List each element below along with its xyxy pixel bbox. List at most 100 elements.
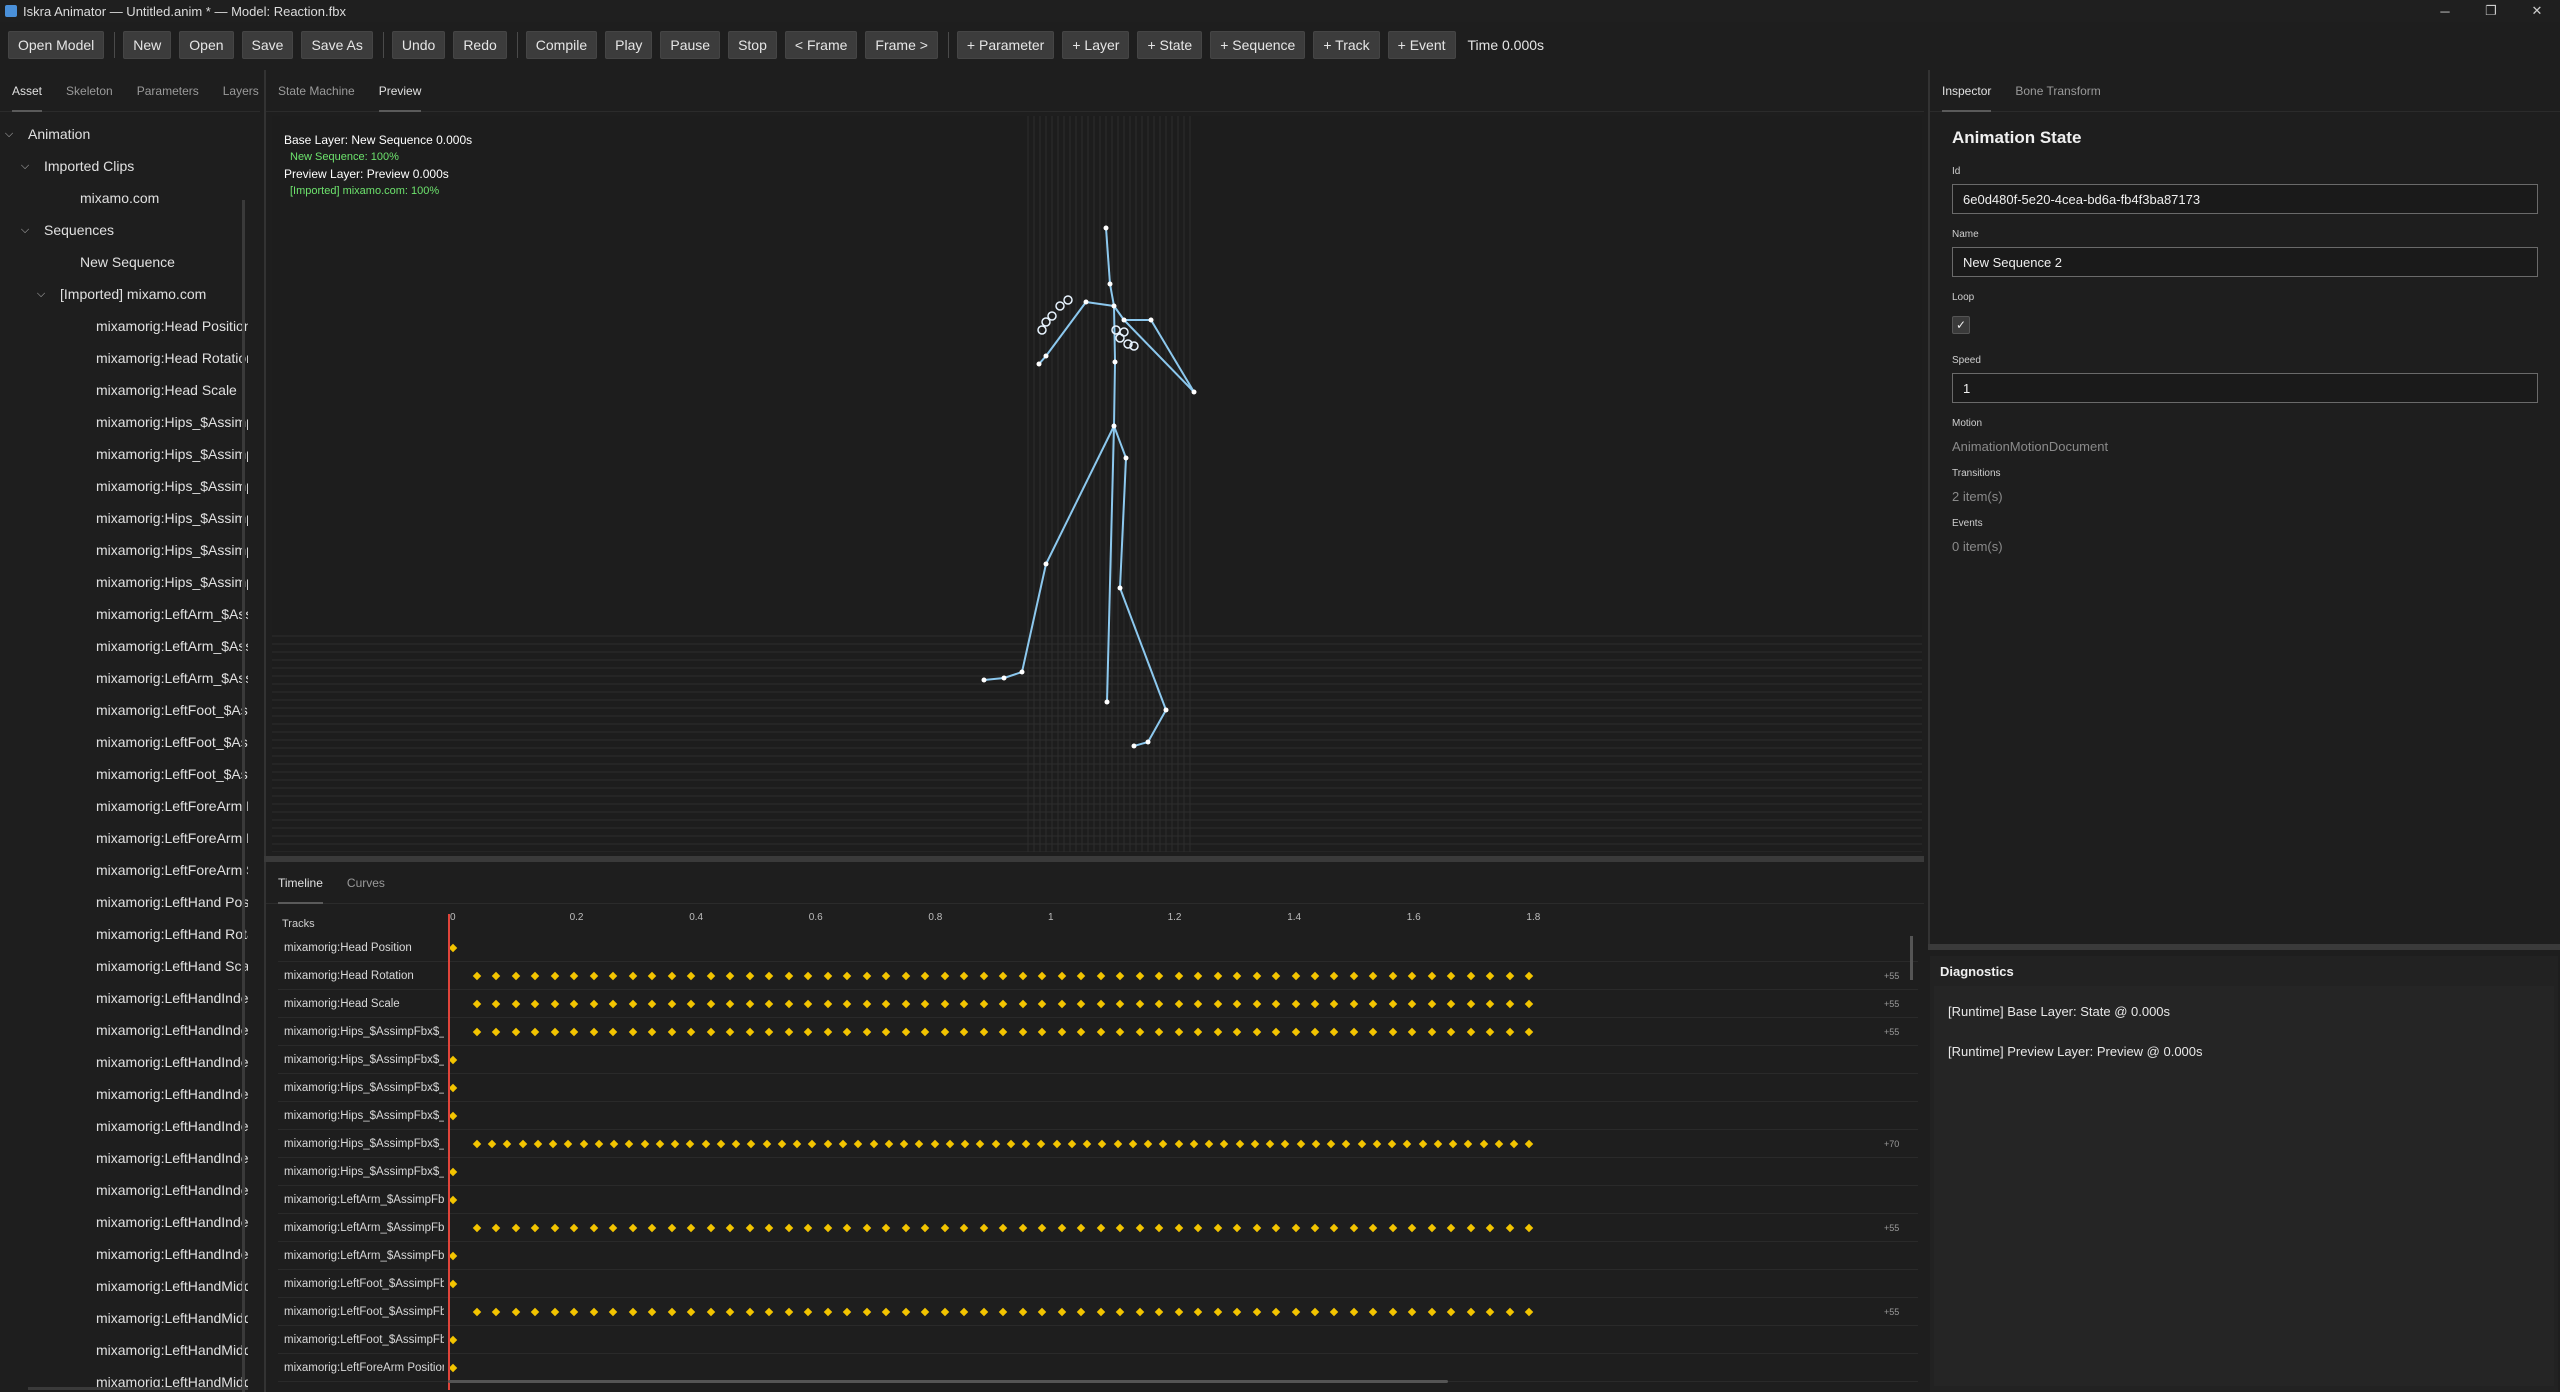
- keyframe-marker[interactable]: [899, 1139, 909, 1149]
- speed-field[interactable]: 1: [1952, 373, 2538, 403]
- keyframe-marker[interactable]: [804, 999, 813, 1009]
- keyframe-marker[interactable]: [706, 1223, 716, 1233]
- keyframe-marker[interactable]: [1349, 971, 1359, 981]
- tree-item[interactable]: ⌵ Sequences: [0, 214, 248, 246]
- keyframe-marker[interactable]: [1115, 999, 1125, 1009]
- keyframe-marker[interactable]: [487, 1139, 497, 1149]
- keyframe-marker[interactable]: [1174, 971, 1183, 981]
- keyframe-marker[interactable]: [1232, 1223, 1242, 1233]
- play-button[interactable]: Play: [605, 31, 653, 59]
- keyframe-marker[interactable]: [1330, 1307, 1339, 1317]
- keyframe-marker[interactable]: [1213, 999, 1222, 1009]
- keyframe-marker[interactable]: [1250, 1139, 1260, 1149]
- keyframe-marker[interactable]: [1037, 971, 1047, 981]
- keyframe-marker[interactable]: [1427, 999, 1437, 1009]
- keyframe-marker[interactable]: [472, 1307, 482, 1317]
- keyframe-marker[interactable]: [998, 1307, 1008, 1317]
- tree-item[interactable]: mixamorig:LeftArm_$AssimpFbx$: [0, 630, 248, 662]
- keyframe-marker[interactable]: [823, 1027, 832, 1037]
- keyframe-marker[interactable]: [842, 1307, 852, 1317]
- keyframe-marker[interactable]: [609, 1139, 619, 1149]
- keyframe-marker[interactable]: [1408, 971, 1417, 981]
- tree-item[interactable]: mixamorig:Head Scale: [0, 374, 248, 406]
- keyframe-marker[interactable]: [1193, 971, 1203, 981]
- keyframe-marker[interactable]: [869, 1139, 878, 1149]
- keyframe-marker[interactable]: [1037, 1027, 1047, 1037]
- keyframe-marker[interactable]: [1232, 999, 1242, 1009]
- keyframe-marker[interactable]: [1372, 1139, 1382, 1149]
- redo-button[interactable]: Redo: [453, 31, 507, 59]
- keyframe-marker[interactable]: [1427, 971, 1437, 981]
- tree-item[interactable]: mixamorig:Hips_$AssimpFbx$: [0, 438, 248, 470]
- keyframe-marker[interactable]: [1486, 1223, 1495, 1233]
- undo-button[interactable]: Undo: [391, 31, 446, 59]
- tree-item[interactable]: mixamorig:Head Position: [0, 310, 248, 342]
- keyframe-marker[interactable]: [1525, 1027, 1534, 1037]
- tree-item[interactable]: ⌵ Imported Clips: [0, 150, 248, 182]
- keyframe-marker[interactable]: [589, 1307, 599, 1317]
- tree-item[interactable]: mixamorig:LeftHand Rotation: [0, 918, 248, 950]
- keyframe-marker[interactable]: [1076, 1223, 1086, 1233]
- keyframe-marker[interactable]: [920, 1223, 930, 1233]
- keyframe-marker[interactable]: [1330, 1223, 1339, 1233]
- add-parameter-button[interactable]: + Parameter: [956, 31, 1055, 59]
- keyframe-marker[interactable]: [784, 1223, 794, 1233]
- keyframe-marker[interactable]: [640, 1139, 649, 1149]
- keyframe-marker[interactable]: [716, 1139, 726, 1149]
- tab-inspector[interactable]: Inspector: [1942, 70, 1992, 112]
- keyframe-marker[interactable]: [667, 1223, 677, 1233]
- keyframe-marker[interactable]: [959, 1027, 969, 1037]
- keyframe-marker[interactable]: [1466, 1223, 1476, 1233]
- keyframe-marker[interactable]: [1235, 1139, 1244, 1149]
- keyframe-marker[interactable]: [1349, 1307, 1359, 1317]
- keyframe-marker[interactable]: [784, 971, 794, 981]
- keyframe-marker[interactable]: [998, 1027, 1008, 1037]
- keyframe-marker[interactable]: [1135, 1223, 1144, 1233]
- keyframe-marker[interactable]: [1076, 1307, 1086, 1317]
- maximize-icon[interactable]: ❐: [2468, 0, 2514, 22]
- keyframe-marker[interactable]: [1265, 1139, 1275, 1149]
- tree-scrollbar[interactable]: [242, 200, 245, 1392]
- keyframe-marker[interactable]: [570, 1223, 579, 1233]
- keyframe-marker[interactable]: [1204, 1139, 1214, 1149]
- keyframe-marker[interactable]: [901, 1223, 910, 1233]
- keyframe-marker[interactable]: [548, 1139, 558, 1149]
- keyframe-marker[interactable]: [1369, 1027, 1378, 1037]
- keyframe-marker[interactable]: [1193, 999, 1203, 1009]
- keyframe-marker[interactable]: [1388, 999, 1398, 1009]
- tree-item[interactable]: mixamorig:LeftArm_$AssimpFbx$: [0, 598, 248, 630]
- keyframe-marker[interactable]: [448, 1279, 458, 1289]
- tree-item[interactable]: mixamorig:LeftHandMiddle2: [0, 1366, 248, 1388]
- keyframe-marker[interactable]: [1427, 1027, 1437, 1037]
- tab-asset[interactable]: Asset: [12, 70, 43, 112]
- keyframe-marker[interactable]: [579, 1139, 588, 1149]
- tab-parameters[interactable]: Parameters: [137, 70, 199, 112]
- keyframe-marker[interactable]: [1271, 1027, 1281, 1037]
- keyframe-marker[interactable]: [945, 1139, 955, 1149]
- keyframe-marker[interactable]: [777, 1139, 787, 1149]
- tree-item[interactable]: mixamorig:LeftForeArm Position: [0, 790, 248, 822]
- keyframe-marker[interactable]: [1135, 971, 1144, 981]
- keyframe-marker[interactable]: [1349, 999, 1359, 1009]
- keyframe-marker[interactable]: [804, 1223, 813, 1233]
- keyframe-marker[interactable]: [1447, 1027, 1456, 1037]
- keyframe-marker[interactable]: [503, 1139, 512, 1149]
- add-event-button[interactable]: + Event: [1387, 31, 1456, 59]
- keyframe-marker[interactable]: [609, 1307, 618, 1317]
- playhead[interactable]: [448, 914, 450, 1390]
- keyframe-marker[interactable]: [959, 999, 969, 1009]
- keyframe-marker[interactable]: [1387, 1139, 1397, 1149]
- tree-item[interactable]: mixamorig:LeftHand Scale: [0, 950, 248, 982]
- keyframe-marker[interactable]: [1174, 1223, 1183, 1233]
- keyframe-marker[interactable]: [823, 1307, 832, 1317]
- keyframe-marker[interactable]: [706, 1027, 716, 1037]
- keyframe-marker[interactable]: [979, 1307, 988, 1317]
- keyframe-marker[interactable]: [1252, 999, 1261, 1009]
- keyframe-marker[interactable]: [550, 971, 560, 981]
- keyframe-marker[interactable]: [1271, 1307, 1281, 1317]
- keyframe-marker[interactable]: [854, 1139, 863, 1149]
- keyframe-marker[interactable]: [550, 1223, 560, 1233]
- keyframe-marker[interactable]: [1037, 999, 1047, 1009]
- keyframe-marker[interactable]: [940, 1027, 949, 1037]
- keyframe-marker[interactable]: [1388, 1027, 1398, 1037]
